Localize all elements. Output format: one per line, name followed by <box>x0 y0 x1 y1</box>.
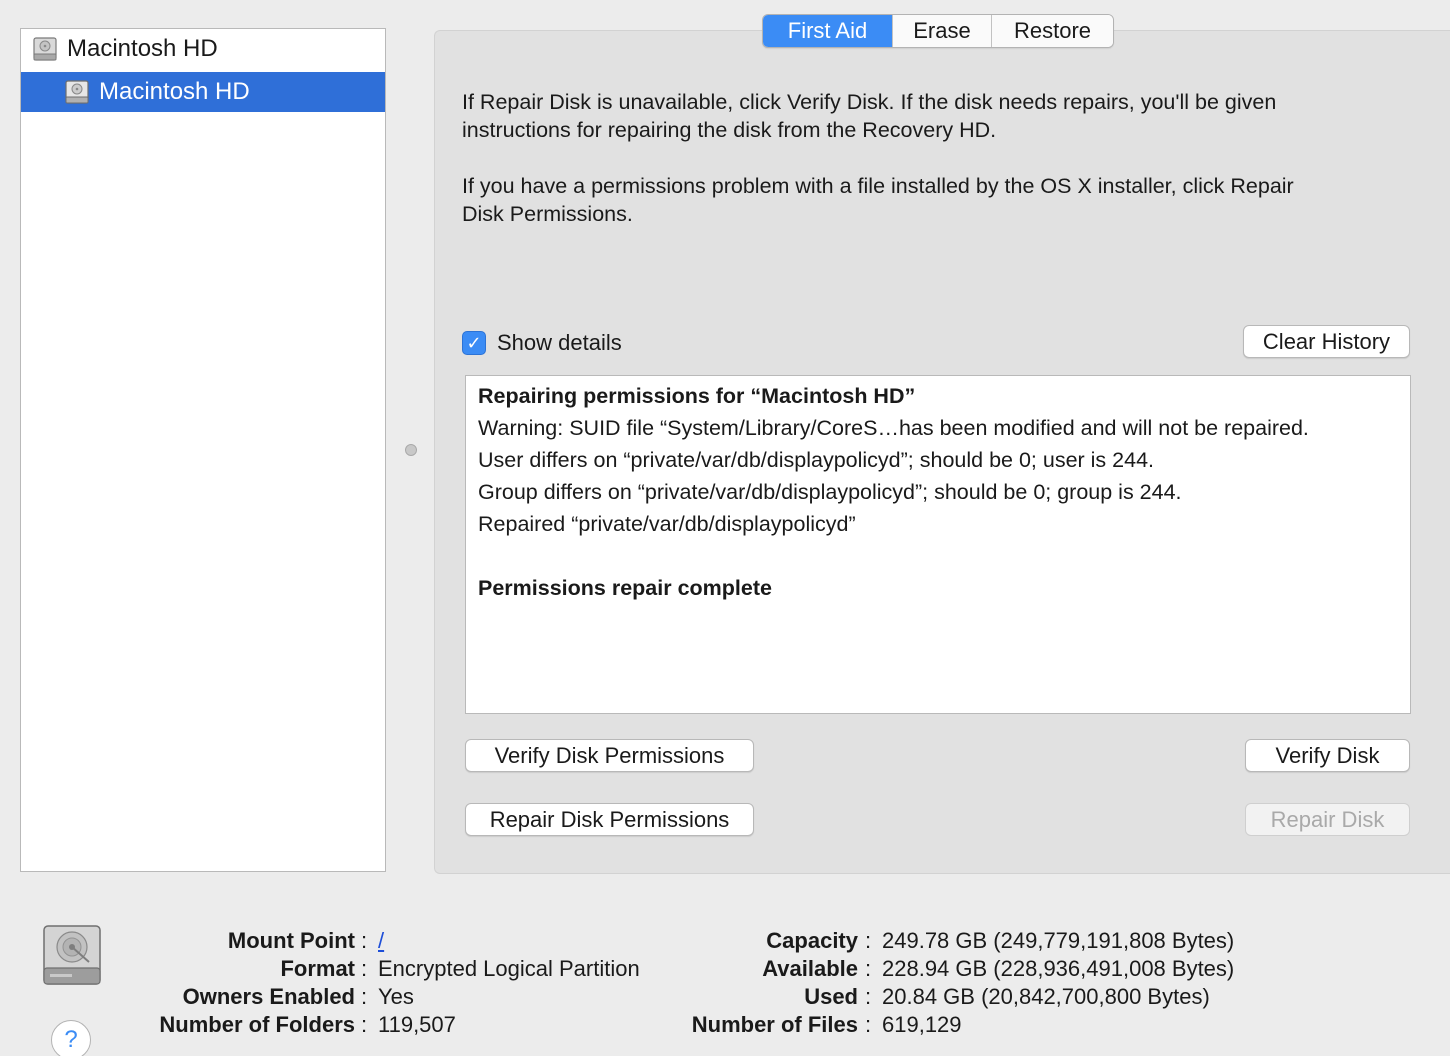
verify-disk-button[interactable]: Verify Disk <box>1245 739 1410 772</box>
details-log[interactable]: Repairing permissions for “Macintosh HD”… <box>465 375 1411 714</box>
info-key: Number of Files <box>691 1012 858 1037</box>
log-line-header: Repairing permissions for “Macintosh HD” <box>478 384 916 408</box>
sidebar-item-volume[interactable]: Macintosh HD <box>21 72 385 112</box>
mount-point-link[interactable]: / <box>378 927 384 955</box>
info-separator: : <box>361 928 368 953</box>
sidebar-item-label: Macintosh HD <box>99 78 250 105</box>
sidebar-item-disk[interactable]: Macintosh HD <box>21 29 385 69</box>
info-key: Format <box>280 956 355 981</box>
tab-bar: First Aid Erase Restore <box>762 14 1114 48</box>
info-key: Capacity <box>766 928 858 953</box>
sidebar-item-label: Macintosh HD <box>67 35 218 62</box>
show-details-toggle[interactable]: ✓ Show details <box>462 330 622 356</box>
info-key: Available <box>762 956 858 981</box>
disk-utility-window: Macintosh HD Macintosh HD First Aid Eras… <box>0 0 1450 1056</box>
info-value: 119,507 <box>378 1012 456 1037</box>
info-value: Yes <box>378 984 414 1009</box>
tab-erase[interactable]: Erase <box>893 15 992 47</box>
info-key: Owners Enabled <box>182 984 355 1009</box>
tab-restore[interactable]: Restore <box>992 15 1113 47</box>
show-details-label: Show details <box>497 330 622 355</box>
permissions-description: If you have a permissions problem with a… <box>462 174 1294 226</box>
info-value: 249.78 GB (249,779,191,808 Bytes) <box>882 928 1235 953</box>
info-value: 228.94 GB (228,936,491,008 Bytes) <box>882 956 1235 981</box>
log-spacer <box>478 540 1398 572</box>
log-line-complete: Permissions repair complete <box>478 576 772 600</box>
hard-disk-icon <box>33 37 57 61</box>
log-line: Warning: SUID file “System/Library/CoreS… <box>478 416 1309 440</box>
disk-sidebar: Macintosh HD Macintosh HD <box>20 28 386 872</box>
repair-disk-description: If Repair Disk is unavailable, click Ver… <box>462 90 1277 142</box>
tab-first-aid[interactable]: First Aid <box>763 15 893 47</box>
info-separator: : <box>865 1012 872 1037</box>
info-key: Used <box>804 984 858 1009</box>
repair-disk-button: Repair Disk <box>1245 803 1410 836</box>
info-separator: : <box>865 928 872 953</box>
log-line: Repaired “private/var/db/displaypolicyd” <box>478 512 856 536</box>
info-key: Number of Folders <box>159 1012 355 1037</box>
show-details-checkbox[interactable]: ✓ <box>462 331 486 355</box>
hard-disk-icon <box>65 80 89 104</box>
split-view-handle[interactable] <box>405 444 417 456</box>
info-separator: : <box>865 956 872 981</box>
info-value: 20.84 GB (20,842,700,800 Bytes) <box>882 984 1210 1009</box>
log-line: Group differs on “private/var/db/display… <box>478 480 1182 504</box>
info-key: Mount Point <box>227 928 355 953</box>
checkmark-icon: ✓ <box>466 332 482 353</box>
verify-disk-permissions-button[interactable]: Verify Disk Permissions <box>465 739 754 772</box>
info-separator: : <box>361 984 368 1009</box>
log-line: User differs on “private/var/db/displayp… <box>478 448 1155 472</box>
info-separator: : <box>865 984 872 1009</box>
clear-history-button[interactable]: Clear History <box>1243 325 1410 358</box>
info-separator: : <box>361 956 368 981</box>
info-separator: : <box>361 1012 368 1037</box>
repair-disk-permissions-button[interactable]: Repair Disk Permissions <box>465 803 754 836</box>
info-value: 619,129 <box>882 1012 962 1037</box>
